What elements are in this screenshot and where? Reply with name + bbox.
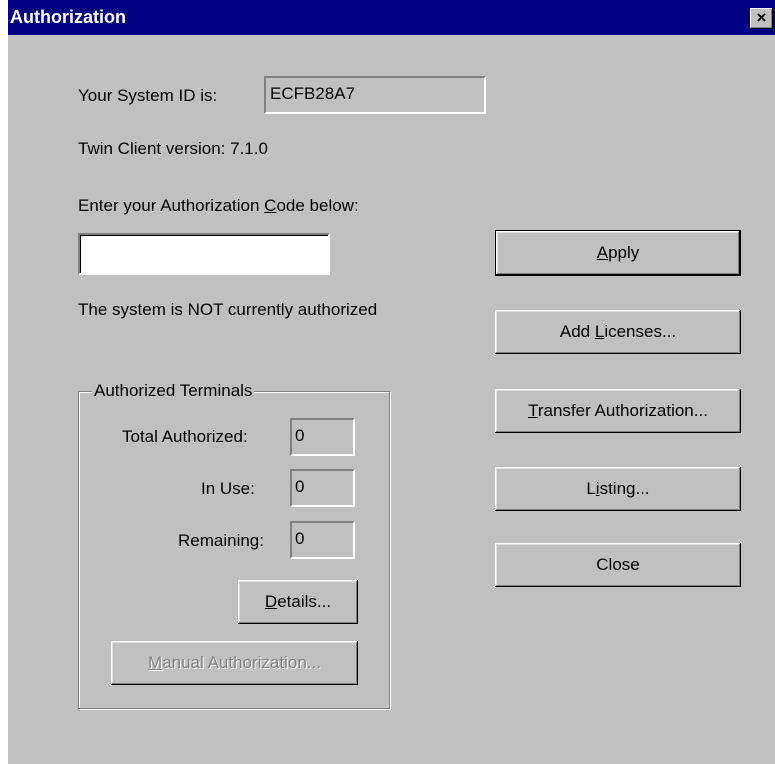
status-text: The system is NOT currently authorized bbox=[78, 300, 378, 319]
manual-authorization-label: Manual Authorization... bbox=[148, 653, 321, 672]
in-use-field: 0 bbox=[290, 469, 355, 507]
remaining-field: 0 bbox=[290, 521, 355, 559]
authorized-terminals-title: Authorized Terminals bbox=[92, 381, 255, 401]
close-label: Close bbox=[596, 555, 640, 574]
apply-label: Apply bbox=[596, 243, 640, 262]
in-use-label: In Use: bbox=[201, 479, 255, 498]
manual-authorization-button[interactable]: Manual Authorization... bbox=[111, 641, 358, 685]
total-authorized-field: 0 bbox=[290, 418, 355, 456]
total-authorized-value: 0 bbox=[295, 426, 305, 445]
total-authorized-label: Total Authorized: bbox=[122, 427, 248, 446]
auth-code-label: Enter your Authorization Code below: bbox=[78, 196, 359, 215]
window-title: Authorization bbox=[10, 7, 126, 27]
system-id-label: Your System ID is: bbox=[78, 86, 218, 105]
details-button[interactable]: Details... bbox=[238, 580, 358, 624]
system-id-field: ECFB28A7 bbox=[264, 76, 486, 114]
apply-button[interactable]: Apply bbox=[495, 230, 741, 276]
transfer-authorization-label: Transfer Authorization... bbox=[528, 401, 708, 420]
add-licenses-button[interactable]: Add Licenses... bbox=[495, 310, 741, 354]
close-button[interactable]: Close bbox=[495, 543, 741, 587]
listing-button[interactable]: Listing... bbox=[495, 467, 741, 511]
remaining-value: 0 bbox=[295, 529, 305, 548]
version-text: Twin Client version: 7.1.0 bbox=[78, 139, 268, 158]
system-id-value: ECFB28A7 bbox=[270, 84, 356, 103]
transfer-authorization-button[interactable]: Transfer Authorization... bbox=[495, 389, 741, 433]
close-window-button[interactable]: × bbox=[750, 8, 773, 29]
authorization-dialog: Authorization × Your System ID is: ECFB2… bbox=[8, 0, 775, 764]
details-label: Details... bbox=[264, 592, 332, 611]
title-bar[interactable]: Authorization × bbox=[8, 0, 775, 35]
in-use-value: 0 bbox=[295, 477, 305, 496]
close-icon: × bbox=[756, 8, 767, 27]
auth-code-input[interactable] bbox=[78, 233, 330, 275]
add-licenses-label: Add Licenses... bbox=[559, 322, 677, 341]
listing-label: Listing... bbox=[586, 479, 650, 498]
remaining-label: Remaining: bbox=[178, 531, 264, 550]
